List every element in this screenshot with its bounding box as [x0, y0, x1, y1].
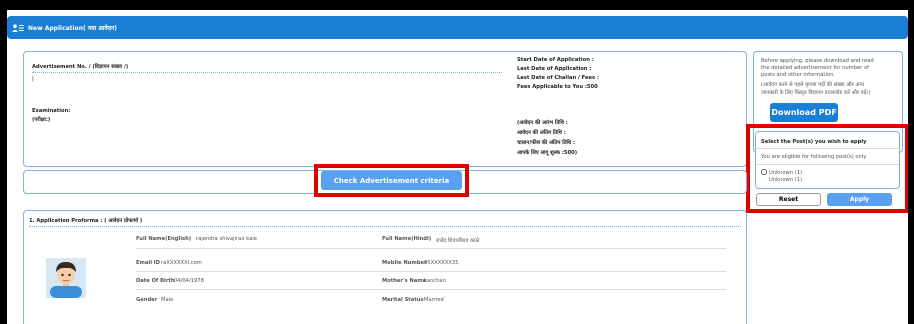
user-list-icon: [12, 23, 24, 32]
post-selection-panel: Select the Post(s) you wish to apply You…: [755, 131, 900, 189]
name-row-divider: [136, 248, 726, 249]
info-line-4: (आवेदन करने से पहले कृपया पदों की संख्या…: [761, 82, 864, 88]
last-date-label: Last Date of Application :: [517, 66, 592, 72]
info-line-5: जानकारी के लिए विस्तृत विज्ञापन डाउनलोड …: [761, 90, 871, 96]
post-selection-title: Select the Post(s) you wish to apply: [761, 139, 867, 145]
apply-button[interactable]: Apply: [827, 193, 892, 206]
examination-label-hindi: (परीक्षा:): [32, 117, 51, 123]
gender-value: Male: [161, 297, 174, 303]
marital-value: Married: [424, 297, 444, 303]
advertisement-value: |: [32, 76, 34, 82]
advertisement-panel: Advertisement No. / (विज्ञापन संख्या /) …: [23, 51, 747, 167]
full-name-en-label: Full Name(English): [136, 236, 192, 242]
post-option-checkbox[interactable]: [761, 169, 767, 175]
reset-button-label: Reset: [778, 196, 799, 203]
start-date-label-hindi: (आवेदन की आरंभ तिथि :: [517, 120, 568, 126]
fees-label: Fees Applicable to You :500: [517, 84, 598, 90]
reset-button[interactable]: Reset: [756, 193, 821, 206]
dob-label: Date Of Birth: [136, 278, 175, 284]
avatar: [46, 258, 86, 298]
info-line-1: Before applying, please download and rea…: [761, 58, 874, 64]
application-page: New Application( नया आवेदन) Advertisemen…: [7, 10, 908, 324]
full-name-hi-label: Full Name(Hindi): [382, 236, 432, 242]
check-criteria-button[interactable]: Check Advertisement criteria: [321, 171, 462, 190]
email-label: Email ID: [136, 260, 161, 266]
full-name-hi-value: राजेंद्र शिवाजीराव काळे: [436, 238, 480, 244]
dob-value: 04/04/1978: [174, 278, 204, 284]
advertisement-label: Advertisement No. / (विज्ञापन संख्या /): [32, 64, 129, 70]
page-header: New Application( नया आवेदन): [7, 16, 908, 39]
dob-row-divider: [136, 289, 726, 290]
post-title-divider: [756, 148, 899, 149]
download-pdf-button[interactable]: Download PDF: [770, 103, 838, 122]
proforma-divider: [29, 226, 741, 227]
start-date-label: Start Date of Application :: [517, 57, 594, 63]
email-row-divider: [136, 271, 726, 272]
post-option-sub: Unknown (1): [769, 177, 803, 183]
fees-label-hindi: आपके लिए लागू शुल्क :500): [517, 150, 578, 156]
advertisement-divider: [32, 72, 502, 73]
challan-date-label-hindi: चालान/फीस की अंतिम तिथि :: [517, 140, 576, 146]
last-date-label-hindi: आवेदन की अंतिम तिथि :: [517, 130, 566, 136]
page-title: New Application( नया आवेदन): [28, 24, 118, 32]
mother-label: Mother's Name: [382, 278, 427, 284]
proforma-title: 1. Application Proforma : ( आवेदन प्रोफा…: [29, 218, 143, 224]
examination-label: Examination:: [32, 108, 71, 114]
info-line-2: the detailed advertisement for number of: [761, 65, 870, 71]
challan-date-label: Last Date of Challan / Fees :: [517, 75, 600, 81]
mobile-value: 95XXXXXX35: [424, 260, 459, 266]
info-line-3: posts and other information.: [761, 72, 836, 78]
email-value: raXXXXXXl.com: [161, 260, 202, 266]
post-eligible-divider: [756, 164, 899, 165]
mother-value: kanchan: [424, 278, 446, 284]
gender-label: Gender: [136, 297, 158, 303]
mobile-label: Mobile Number: [382, 260, 427, 266]
marital-label: Marital Status: [382, 297, 424, 303]
eligible-text: You are eligible for following post(s) o…: [761, 154, 867, 160]
full-name-en-value: rajendra shivajirao kale: [196, 236, 257, 242]
post-option-label[interactable]: Unknown (1): [769, 170, 802, 176]
proforma-panel: 1. Application Proforma : ( आवेदन प्रोफा…: [23, 210, 747, 324]
